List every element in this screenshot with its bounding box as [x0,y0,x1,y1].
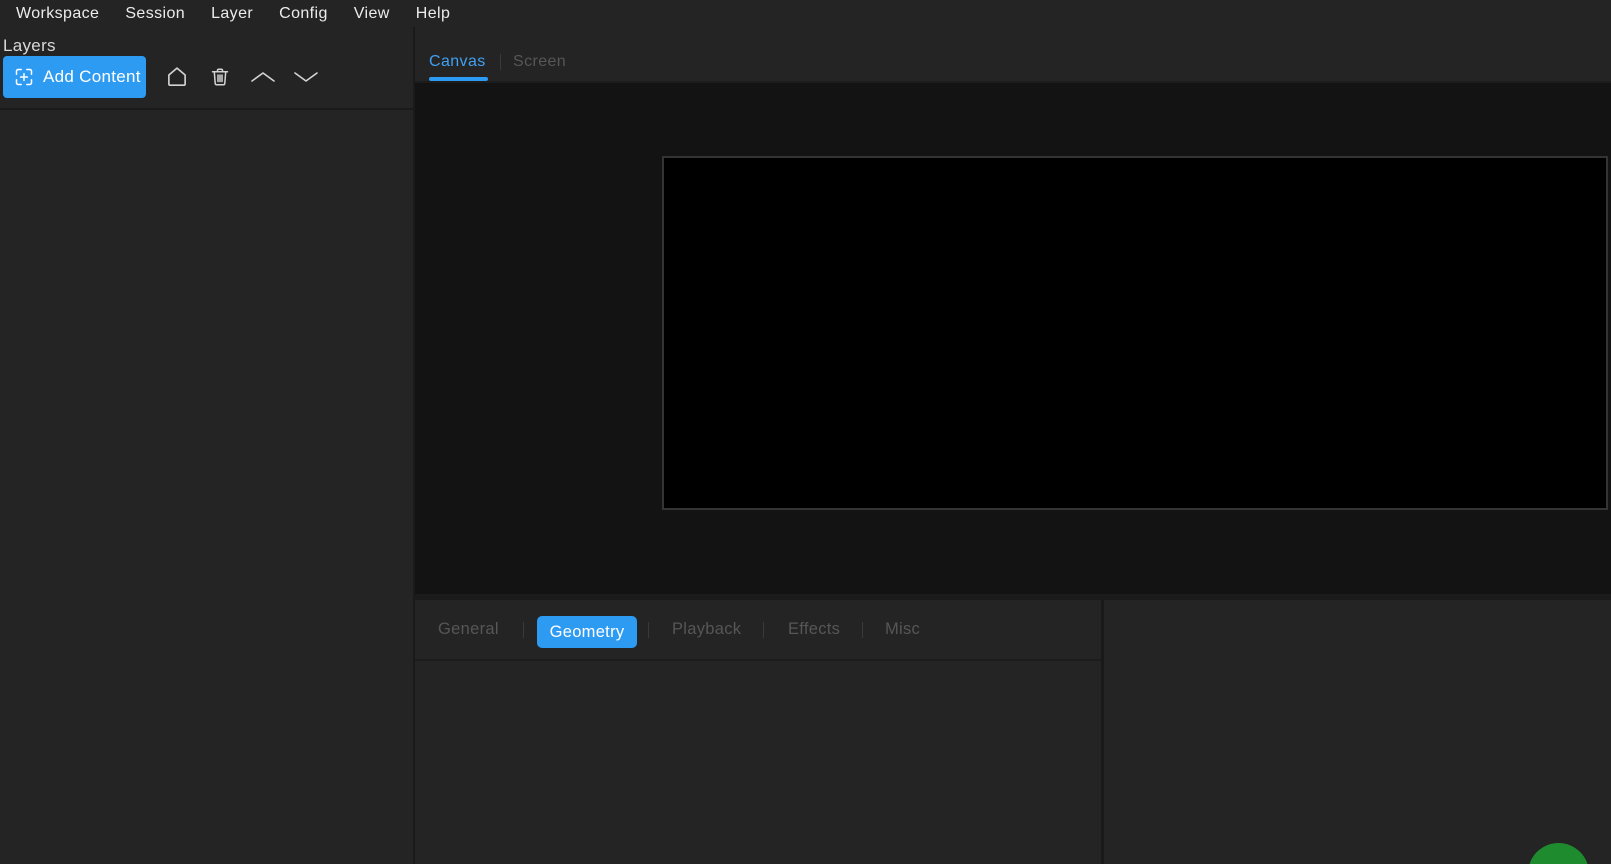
layer-list-empty[interactable] [0,110,413,864]
screen-rectangle[interactable] [662,156,1608,510]
menu-session[interactable]: Session [125,5,185,23]
layers-panel-title: Layers [3,36,56,56]
tab-general[interactable]: General [438,600,499,659]
viewport-tab-divider [500,54,501,70]
canvas-viewport[interactable] [415,81,1611,594]
menu-help[interactable]: Help [416,5,451,23]
trash-icon [208,65,232,89]
add-content-label: Add Content [43,67,141,87]
add-content-button[interactable]: Add Content [3,56,146,98]
menu-view[interactable]: View [354,5,390,23]
properties-tab-divider [763,622,764,638]
menu-workspace[interactable]: Workspace [16,5,99,23]
menu-config[interactable]: Config [279,5,328,23]
viewport-tab-bar: Canvas Screen [415,27,1611,81]
properties-tab-divider [862,622,863,638]
tab-playback[interactable]: Playback [672,600,741,659]
geometry-properties-body [415,661,1101,864]
bottom-right-panel [1104,600,1611,864]
home-icon [164,64,190,90]
chevron-up-icon [248,69,278,85]
properties-tab-bar: General Geometry Playback Effects Misc [415,600,1101,659]
menu-layer[interactable]: Layer [211,5,253,23]
properties-tab-divider [648,622,649,638]
tab-geometry[interactable]: Geometry [537,616,637,648]
tab-misc[interactable]: Misc [885,600,920,659]
chevron-down-icon [291,69,321,85]
move-layer-up-button[interactable] [241,56,284,98]
tab-effects[interactable]: Effects [788,600,840,659]
green-action-fab[interactable] [1528,843,1589,864]
layers-panel: Layers Add Content [0,27,413,864]
menu-bar: Workspace Session Layer Config View Help [0,0,1611,27]
delete-layer-button[interactable] [198,56,241,98]
properties-panel: General Geometry Playback Effects Misc [415,600,1101,864]
move-layer-down-button[interactable] [284,56,327,98]
properties-tab-divider [523,622,524,638]
home-button[interactable] [155,56,198,98]
tab-screen[interactable]: Screen [513,53,566,71]
tab-canvas[interactable]: Canvas [429,53,486,71]
layers-toolbar: Add Content [3,56,327,98]
add-content-icon [14,67,34,87]
